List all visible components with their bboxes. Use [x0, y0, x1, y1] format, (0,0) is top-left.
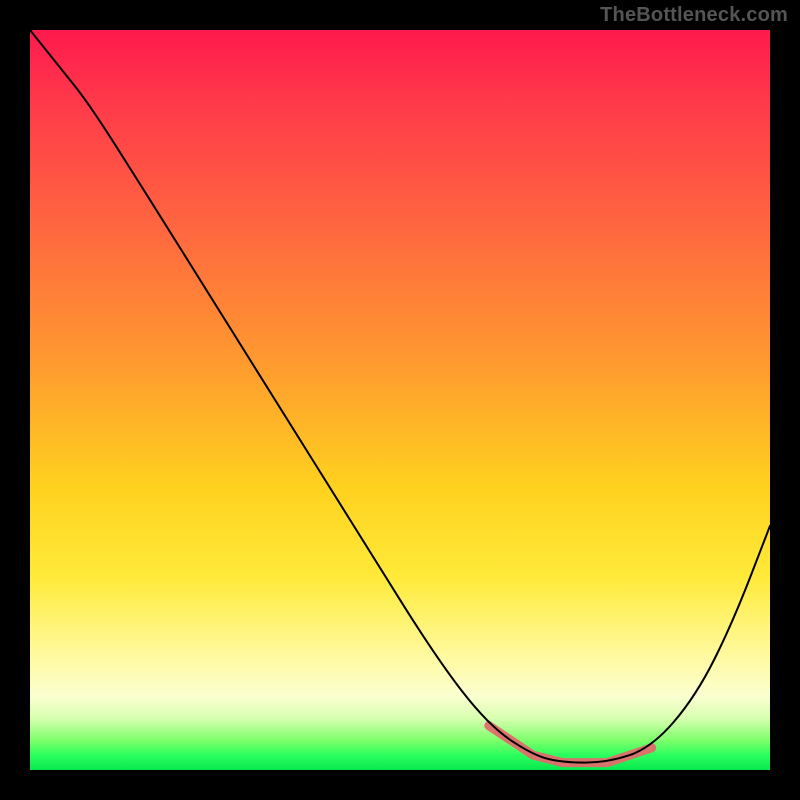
bottleneck-curve — [30, 30, 770, 763]
curve-layer — [30, 30, 770, 770]
optimal-range-highlight — [489, 726, 652, 763]
plot-area — [30, 30, 770, 770]
chart-frame: TheBottleneck.com — [0, 0, 800, 800]
watermark-text: TheBottleneck.com — [600, 4, 788, 27]
